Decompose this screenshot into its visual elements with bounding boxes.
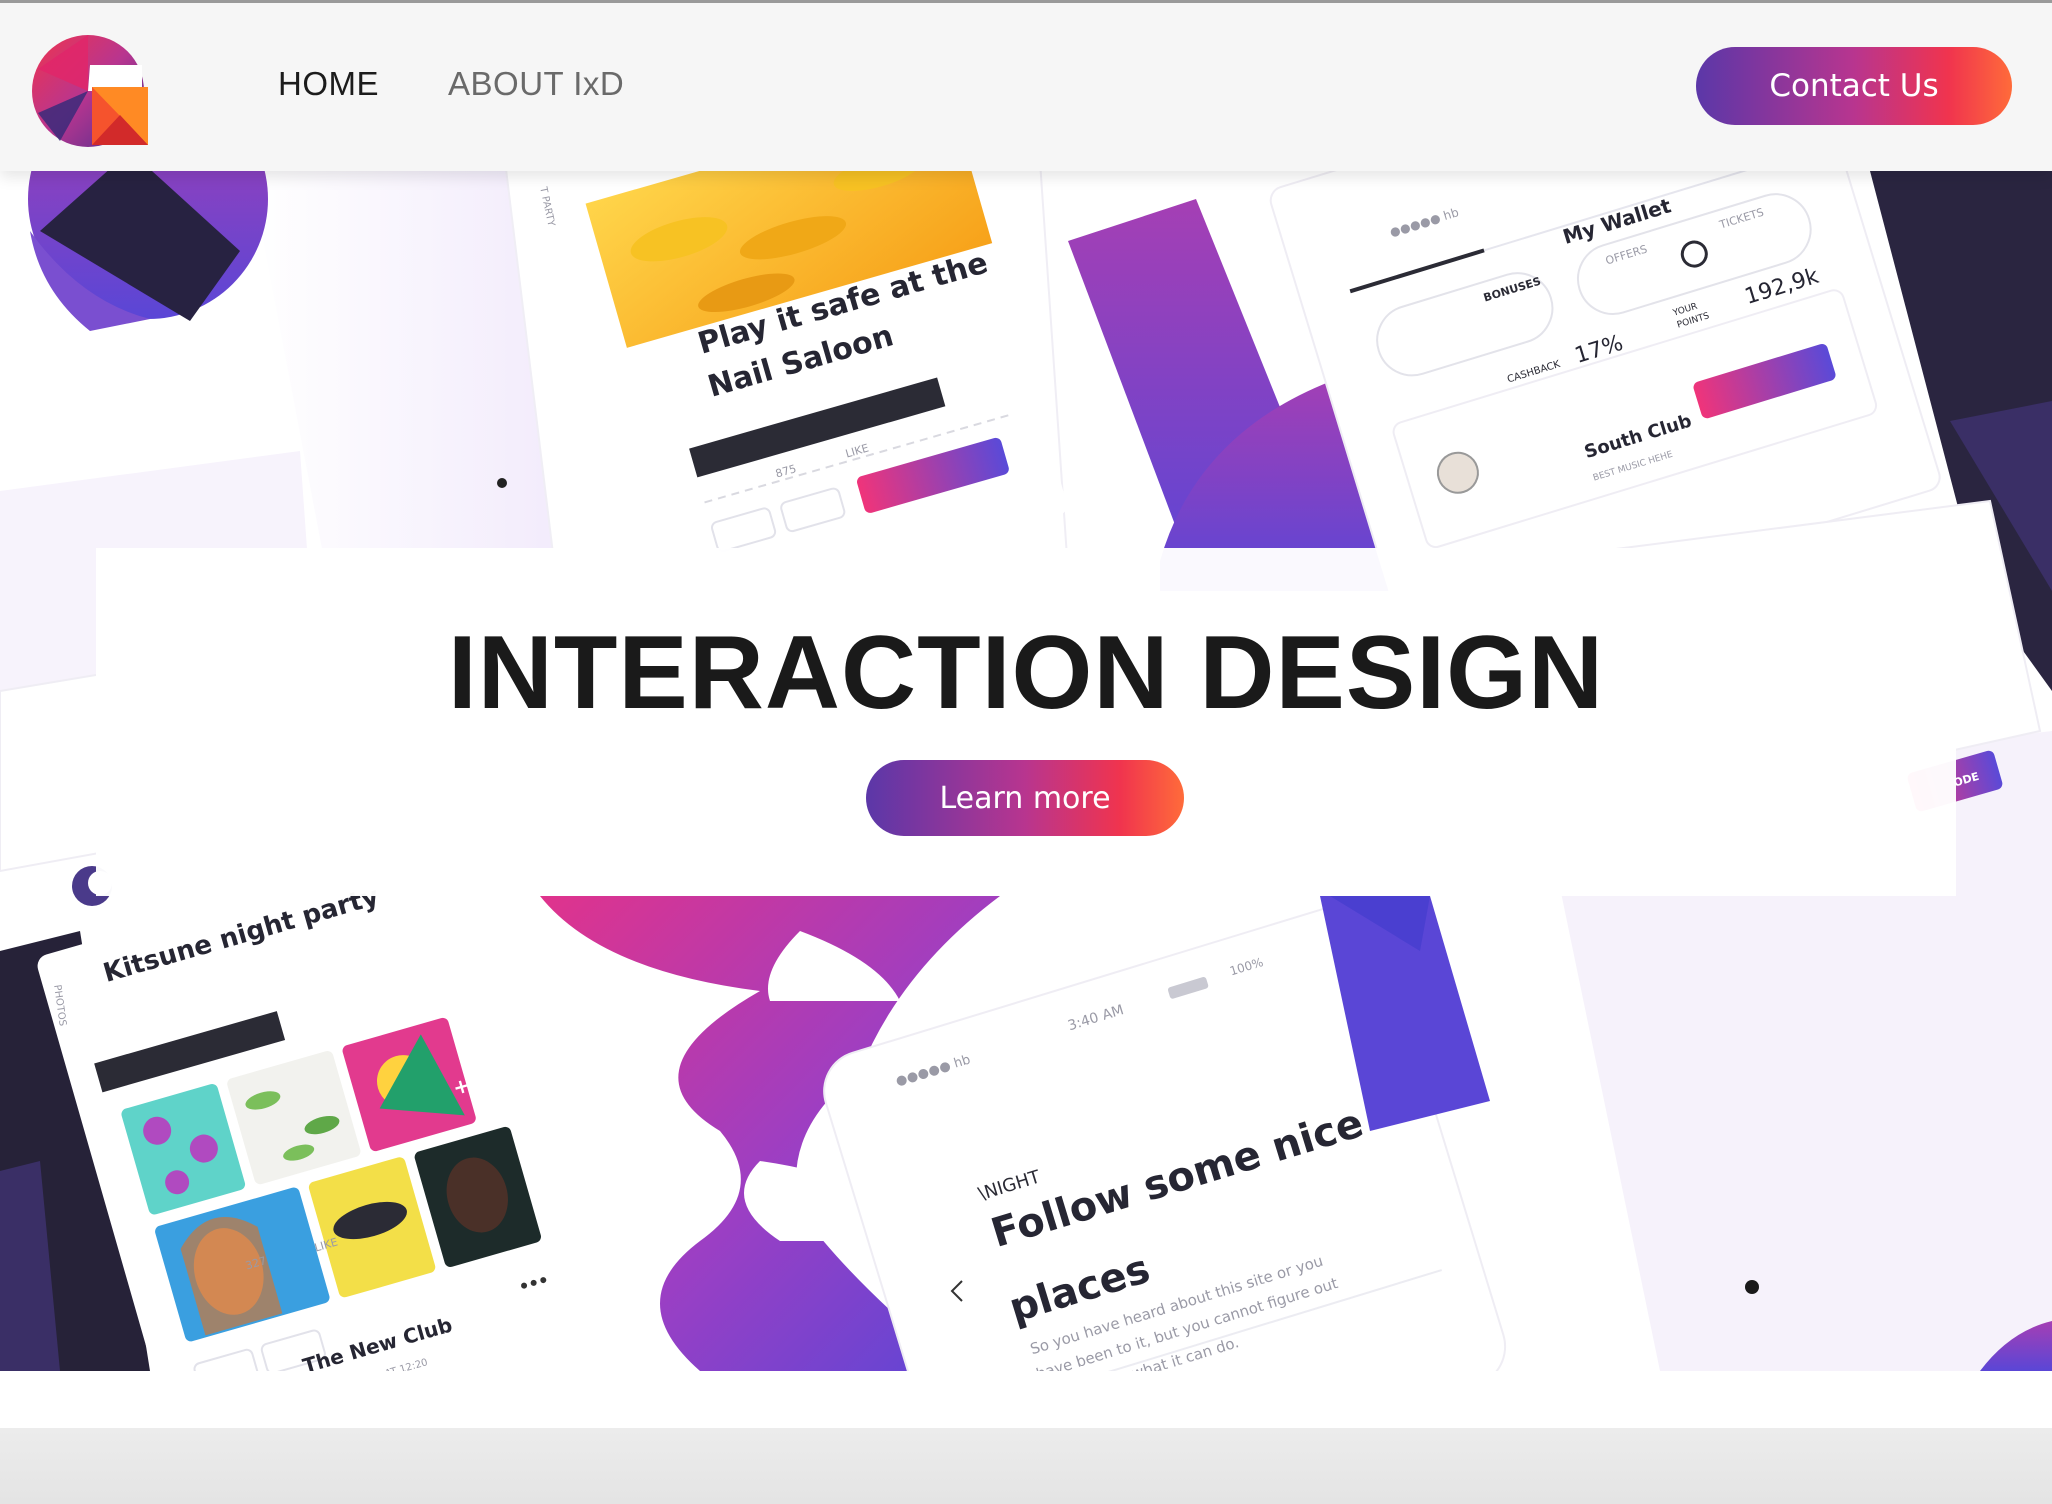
site-header: HOME ABOUT IxD Contact Us bbox=[0, 3, 2052, 171]
brand-logo-icon[interactable] bbox=[30, 29, 152, 151]
hero-banner: INTERACTION DESIGN Learn more bbox=[96, 548, 1956, 896]
window-top-edge bbox=[0, 0, 2052, 3]
learn-more-button[interactable]: Learn more bbox=[866, 760, 1184, 836]
nav-home-link[interactable]: HOME bbox=[278, 65, 379, 103]
page-bottom-strip bbox=[0, 1428, 2052, 1504]
hero-title: INTERACTION DESIGN bbox=[447, 615, 1605, 731]
page: HOME ABOUT IxD Contact Us Play it safe a… bbox=[0, 0, 2052, 1504]
nav-about-link[interactable]: ABOUT IxD bbox=[448, 65, 624, 103]
contact-us-button[interactable]: Contact Us bbox=[1696, 47, 2012, 125]
